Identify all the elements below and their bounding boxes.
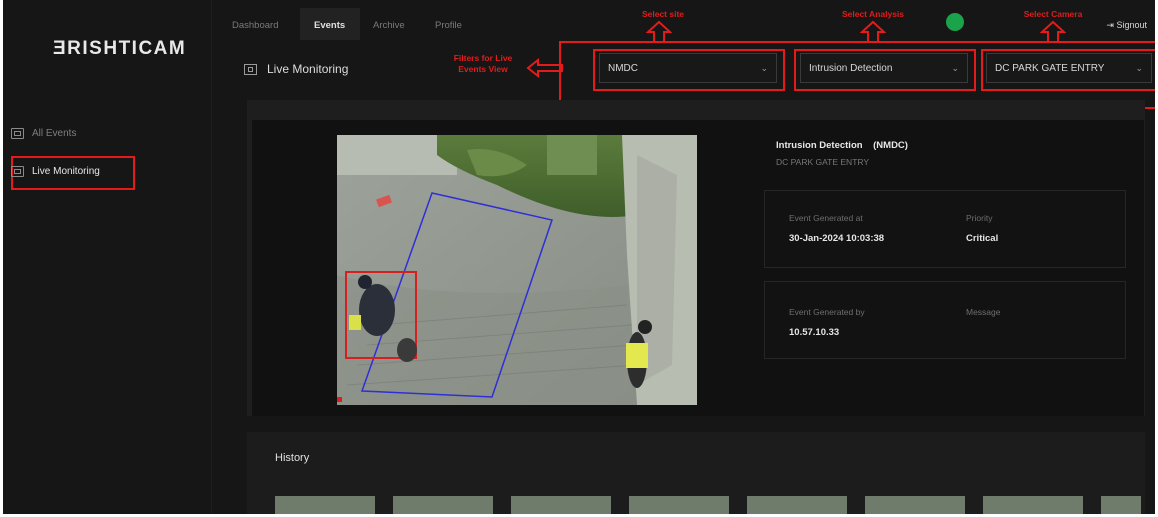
event-source-card <box>764 281 1126 359</box>
sidebar: ƎRISHTICAM All Events Live Monitoring <box>3 0 212 514</box>
signout-label: Signout <box>1116 20 1147 30</box>
history-title: History <box>275 452 310 464</box>
sidebar-item-live-monitoring[interactable]: Live Monitoring <box>11 166 100 177</box>
history-thumbnail[interactable] <box>275 496 375 514</box>
status-indicator <box>946 13 964 31</box>
analysis-select[interactable]: Intrusion Detection ⌄ <box>800 53 968 83</box>
camera-frame[interactable] <box>337 135 697 405</box>
generated-by-value: 10.57.10.33 <box>789 327 840 338</box>
event-site-tag: (NMDC) <box>873 140 908 151</box>
history-thumbnail[interactable] <box>747 496 847 514</box>
message-label: Message <box>966 307 1001 317</box>
app-window: ƎRISHTICAM All Events Live Monitoring Da… <box>3 0 1155 514</box>
brand-logo: ƎRISHTICAM <box>53 38 187 59</box>
monitor-icon <box>244 63 257 75</box>
chevron-down-icon: ⌄ <box>1135 62 1143 73</box>
event-title: Intrusion Detection (NMDC) <box>776 140 908 151</box>
camera-select[interactable]: DC PARK GATE ENTRY ⌄ <box>986 53 1152 83</box>
analysis-select-value: Intrusion Detection <box>809 62 893 74</box>
event-details-card <box>764 190 1126 268</box>
sidebar-item-all-events[interactable]: All Events <box>11 128 76 139</box>
monitor-icon <box>11 166 24 177</box>
annotation-site: Select site <box>641 9 685 19</box>
annotation-analysis: Select Analysis <box>841 9 905 19</box>
history-thumbnail[interactable] <box>629 496 729 514</box>
page-header: Live Monitoring <box>244 62 348 76</box>
chevron-down-icon: ⌄ <box>760 62 768 73</box>
history-thumbnail[interactable] <box>511 496 611 514</box>
signout-icon: ⇥ <box>1106 20 1114 30</box>
tab-dashboard[interactable]: Dashboard <box>232 20 278 31</box>
annotation-filters: Filters for Live Events View <box>453 53 513 74</box>
event-camera: DC PARK GATE ENTRY <box>776 157 870 167</box>
tab-events[interactable]: Events <box>314 20 345 31</box>
chevron-down-icon: ⌄ <box>951 62 959 73</box>
sidebar-item-label: All Events <box>32 128 77 139</box>
image-icon <box>11 128 24 139</box>
generated-at-label: Event Generated at <box>789 213 863 223</box>
priority-value: Critical <box>966 233 999 244</box>
tab-profile[interactable]: Profile <box>435 20 462 31</box>
generated-by-label: Event Generated by <box>789 307 865 317</box>
annotation-camera: Select Camera <box>1023 9 1083 19</box>
history-thumbnail[interactable] <box>393 496 493 514</box>
sidebar-item-label: Live Monitoring <box>32 166 100 177</box>
history-thumbnail[interactable] <box>983 496 1083 514</box>
site-select[interactable]: NMDC ⌄ <box>599 53 777 83</box>
history-thumbnail[interactable] <box>1101 496 1141 514</box>
tab-archive[interactable]: Archive <box>373 20 405 31</box>
history-thumbnail[interactable] <box>865 496 965 514</box>
generated-at-value: 30-Jan-2024 10:03:38 <box>789 233 885 244</box>
priority-label: Priority <box>966 213 993 223</box>
page-title: Live Monitoring <box>267 62 349 76</box>
camera-select-value: DC PARK GATE ENTRY <box>995 62 1105 74</box>
signout-button[interactable]: ⇥ Signout <box>1106 20 1147 31</box>
event-type: Intrusion Detection <box>776 140 863 151</box>
site-select-value: NMDC <box>608 62 638 74</box>
